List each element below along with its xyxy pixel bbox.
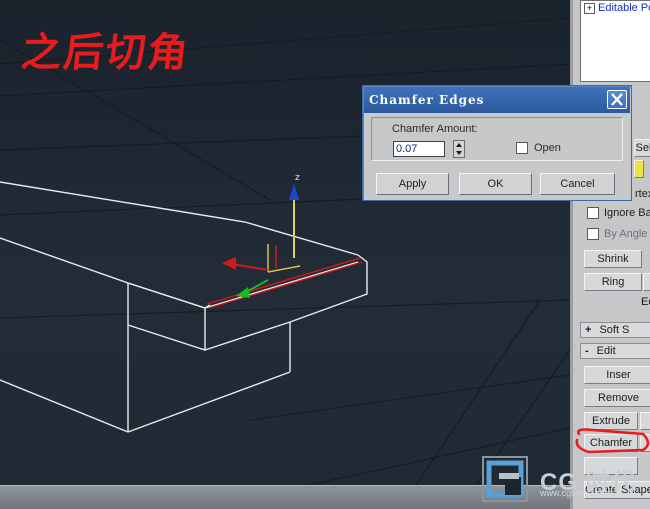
chamfer-amount-input[interactable] (393, 141, 445, 157)
stack-item-editable-poly[interactable]: + Editable Po (584, 2, 650, 14)
remove-button[interactable]: Remove (584, 389, 650, 407)
apply-button[interactable]: Apply (376, 173, 449, 195)
z-axis-label: z (295, 173, 300, 183)
command-panel: +Editable Po Sel rtex Ignore Ba By Angle… (570, 0, 650, 509)
rollout-soft-selection[interactable]: + Soft S (580, 322, 650, 338)
checkbox-icon (587, 207, 599, 220)
spinner-arrows-icon (456, 143, 462, 155)
open-checkbox[interactable]: Open (516, 142, 561, 155)
close-icon (611, 93, 623, 106)
box-wireframe (0, 181, 368, 433)
by-angle-checkbox[interactable]: By Angle (587, 228, 647, 241)
insert-vertex-button[interactable]: Inser (584, 366, 650, 384)
modifier-stack[interactable]: + Editable Po (580, 0, 650, 82)
ring-spinner[interactable] (643, 273, 650, 291)
checkbox-icon (587, 228, 599, 241)
chamfer-edges-dialog: Chamfer Edges Chamfer Amount: Open Apply… (362, 85, 632, 201)
rollout-edit-edges[interactable]: - Edit (580, 343, 650, 359)
annotation-circle-chamfer (575, 428, 650, 454)
ok-button[interactable]: OK (459, 173, 532, 195)
shrink-button[interactable]: Shrink (584, 250, 642, 268)
edit-label-fragment: Ec (641, 296, 650, 308)
vertex-label: rtex (635, 188, 650, 200)
checkbox-icon (516, 142, 528, 155)
perspective-viewport[interactable]: z 之后切角 (0, 0, 570, 509)
chamfer-amount-label: Chamfer Amount: (392, 123, 478, 135)
move-gizmo[interactable] (222, 184, 301, 298)
selection-button[interactable]: Sel (634, 139, 650, 157)
close-button[interactable] (607, 90, 627, 109)
dialog-titlebar[interactable]: Chamfer Edges (364, 87, 630, 113)
dialog-title: Chamfer Edges (369, 93, 485, 107)
cancel-button[interactable]: Cancel (540, 173, 615, 195)
ring-button[interactable]: Ring (584, 273, 642, 291)
ignore-backfacing-checkbox[interactable]: Ignore Ba (587, 207, 650, 220)
annotation-title: 之后切角 (19, 29, 193, 76)
watermark-url: www.cgtimes.com (540, 488, 613, 498)
vertex-mode-button[interactable] (634, 160, 644, 178)
chamfer-amount-spinner[interactable] (453, 140, 465, 158)
expand-icon[interactable]: + (584, 2, 595, 14)
